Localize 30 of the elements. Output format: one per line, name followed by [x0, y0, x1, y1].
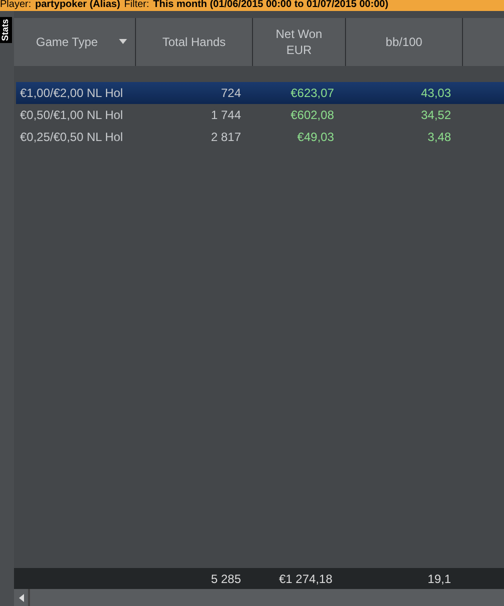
column-header[interactable]: Game Type [14, 18, 136, 66]
column-header[interactable]: bb/100 [346, 18, 463, 66]
bb-100-cell-text: 43,03 [420, 86, 452, 100]
table-row[interactable]: €1,00/€2,00 NL Hol 724 €623,07 43,03 [16, 82, 504, 104]
stats-tab[interactable]: Stats [0, 17, 12, 44]
table-row[interactable]: €0,25/€0,50 NL Hol 2 817 €49,03 3,48 [16, 126, 504, 148]
total-hands-cell-text: 724 [220, 86, 242, 100]
caret-icon[interactable] [119, 39, 127, 44]
bb-100-total: 19,1 [426, 572, 452, 586]
column-header[interactable]: Total Hands [136, 18, 253, 66]
total-hands-cell-text: 1 744 [210, 108, 242, 122]
filter-label: Filter: [124, 0, 150, 11]
game-type-cell-text: €0,25/€0,50 NL Hol [19, 130, 124, 144]
bb-100-cell-text: 34,52 [420, 108, 452, 122]
net-won-cell-text: €623,07 [290, 86, 335, 100]
horizontal-scrollbar[interactable] [14, 589, 504, 606]
game-type-cell-text: €1,00/€2,00 NL Hol [19, 86, 124, 100]
filter-value: This month (01/06/2015 00:00 to 01/07/2015 00:00) [153, 0, 388, 11]
bb-100-cell-text: 3,48 [426, 130, 452, 144]
game-type-cell-text: €0,50/€1,00 NL Hol [19, 108, 124, 122]
player-name: partypoker (Alias) [35, 0, 120, 11]
player-label: Player: [0, 0, 32, 11]
total-hands-cell-text: 2 817 [210, 130, 242, 144]
scroll-left-icon[interactable] [18, 594, 24, 602]
net-won-cell-text: €602,08 [290, 108, 335, 122]
table-row[interactable]: €0,50/€1,00 NL Hol 1 744 €602,08 34,52 [16, 104, 504, 126]
column-header[interactable]: Net Won EUR [253, 18, 346, 66]
net-won-cell-text: €49,03 [296, 130, 335, 144]
net-won-total: €1 274,18 [278, 572, 334, 586]
total-hands-total: 5 285 [210, 572, 242, 586]
